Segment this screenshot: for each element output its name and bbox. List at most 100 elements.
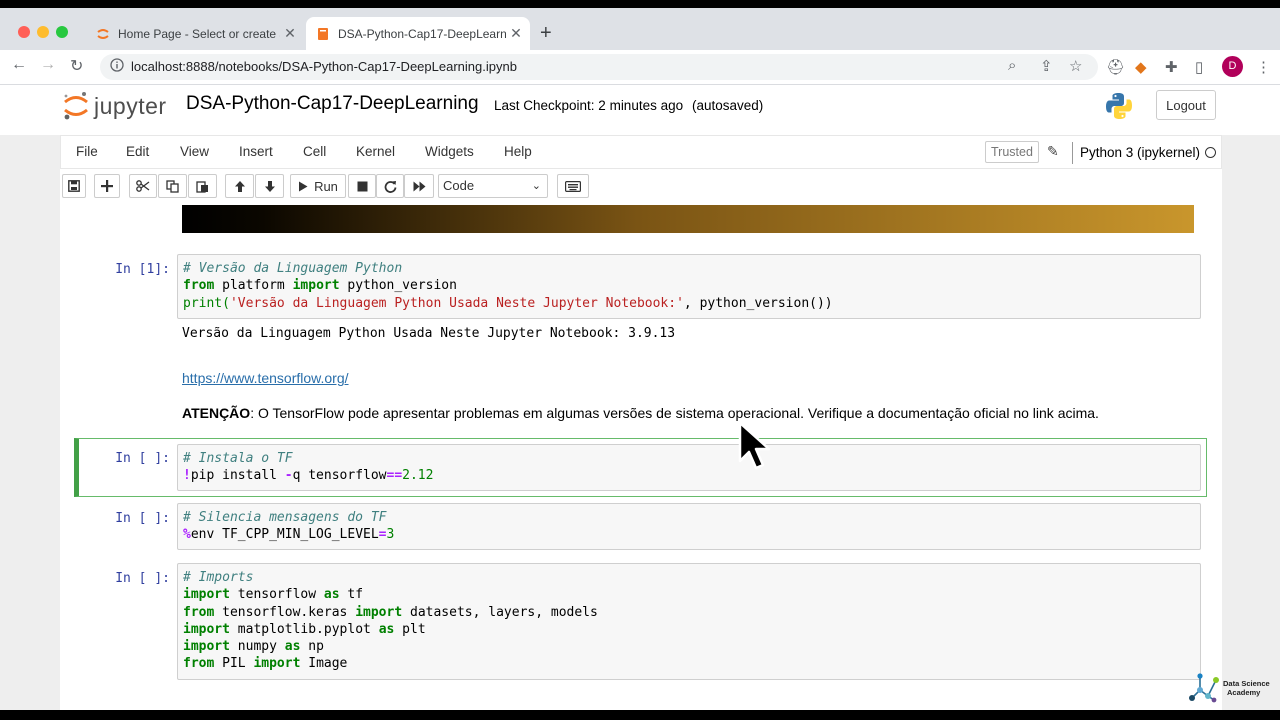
command-palette-button[interactable]: [557, 174, 589, 198]
close-window-button[interactable]: [18, 26, 30, 38]
code-keyword: import: [183, 621, 230, 637]
minimize-window-button[interactable]: [37, 26, 49, 38]
info-icon[interactable]: [110, 58, 124, 72]
code-text: platform: [214, 278, 293, 294]
code-keyword: from: [183, 656, 215, 672]
code-text: matplotlib.pyplot: [229, 621, 379, 637]
jupyter-logo-icon[interactable]: [62, 91, 90, 121]
new-tab-icon[interactable]: +: [540, 22, 552, 45]
code-cell-input[interactable]: # Silencia mensagens do TF %env TF_CPP_M…: [177, 503, 1201, 550]
tensorflow-link[interactable]: https://www.tensorflow.org/: [182, 370, 349, 386]
copy-button[interactable]: [158, 174, 187, 198]
dsa-watermark-text: Data Science Academy: [1223, 679, 1270, 697]
code-keyword: import: [183, 639, 230, 655]
insert-cell-button[interactable]: [94, 174, 120, 198]
kernel-separator: [1072, 142, 1073, 164]
interrupt-button[interactable]: [348, 174, 376, 198]
stop-icon: [357, 181, 367, 191]
tab-close-icon[interactable]: ✕: [280, 25, 300, 42]
code-builtin: print(: [183, 295, 230, 311]
menu-file[interactable]: File: [76, 144, 98, 159]
code-text: env TF_CPP_MIN_LOG_LEVEL: [190, 527, 379, 543]
autosave-status: (autosaved): [692, 98, 764, 113]
menu-help[interactable]: Help: [504, 144, 532, 159]
share-icon[interactable]: ⇪: [1040, 57, 1053, 75]
browser-tab-notebook[interactable]: DSA-Python-Cap17-DeepLearni ✕: [306, 17, 530, 50]
restart-button[interactable]: [376, 174, 404, 198]
notebook-title[interactable]: DSA-Python-Cap17-DeepLearning: [186, 93, 479, 115]
save-button[interactable]: [62, 174, 86, 198]
tab-title: DSA-Python-Cap17-DeepLearni: [338, 26, 506, 41]
code-string: 'Versão da Linguagem Python Usada Neste …: [229, 295, 684, 311]
keyboard-icon: [565, 180, 581, 192]
extension-metamask-icon[interactable]: ◆: [1135, 58, 1147, 76]
logout-button[interactable]: Logout: [1156, 90, 1216, 120]
menu-insert[interactable]: Insert: [239, 144, 273, 159]
arrow-down-icon: [264, 180, 275, 192]
code-text: tensorflow.keras: [214, 604, 356, 620]
code-cell-input[interactable]: # Imports import tensorflow as tf from t…: [177, 563, 1201, 680]
jupyter-logo-text[interactable]: jupyter: [94, 93, 167, 120]
tab-title: Home Page - Select or create a: [118, 26, 280, 41]
menu-widgets[interactable]: Widgets: [425, 144, 474, 159]
menu-edit[interactable]: Edit: [126, 144, 149, 159]
extensions-puzzle-icon[interactable]: ✚: [1165, 58, 1178, 76]
code-text: datasets, layers, models: [402, 604, 598, 620]
kernel-name[interactable]: Python 3 (ipykernel): [1080, 145, 1200, 160]
code-text: q tensorflow: [292, 468, 387, 484]
menu-view[interactable]: View: [180, 144, 209, 159]
menu-kernel[interactable]: Kernel: [356, 144, 395, 159]
zoom-icon[interactable]: ⌕: [1008, 57, 1016, 74]
tab-close-icon[interactable]: ✕: [506, 25, 526, 42]
browser-tab-home[interactable]: Home Page - Select or create a ✕: [86, 17, 304, 50]
cell-type-select[interactable]: Code ⌄: [438, 174, 548, 198]
move-up-button[interactable]: [225, 174, 254, 198]
cell-prompt: In [ ]:: [115, 451, 170, 466]
url-text: localhost:8888/notebooks/DSA-Python-Cap1…: [131, 59, 517, 74]
code-keyword: as: [323, 587, 340, 603]
trusted-badge[interactable]: Trusted: [985, 141, 1039, 163]
code-comment: # Silencia mensagens do TF: [183, 510, 387, 525]
code-operator: ==: [386, 468, 403, 484]
url-bar[interactable]: localhost:8888/notebooks/DSA-Python-Cap1…: [100, 54, 1098, 80]
cell-prompt: In [1]:: [115, 262, 170, 277]
watermark-line: Data Science: [1223, 679, 1270, 688]
edit-pencil-icon[interactable]: ✎: [1047, 143, 1059, 160]
code-keyword: import: [253, 656, 301, 672]
cell-prompt: In [ ]:: [115, 571, 170, 586]
code-keyword: import: [355, 604, 403, 620]
dsa-logo-icon: [1189, 673, 1219, 703]
notebook-container: In [1]: # Versão da Linguagem Python fro…: [60, 205, 1222, 710]
code-text: numpy: [229, 639, 285, 655]
fast-forward-icon: [413, 181, 425, 191]
profile-avatar[interactable]: D: [1222, 56, 1243, 77]
forward-icon[interactable]: →: [40, 56, 56, 74]
back-icon[interactable]: ←: [11, 56, 27, 74]
code-text: np: [300, 639, 324, 655]
play-icon: [299, 181, 308, 191]
python-logo-icon: [1106, 93, 1132, 119]
jupyter-favicon-icon: [97, 28, 109, 39]
extension-hat-icon[interactable]: ⛑: [1106, 58, 1125, 76]
run-button[interactable]: Run: [290, 174, 346, 198]
menu-bar: File Edit View Insert Cell Kernel Widget…: [60, 135, 1222, 169]
browser-menu-icon[interactable]: ⋮: [1256, 58, 1271, 76]
sidebar-icon[interactable]: ▯: [1195, 58, 1203, 76]
bookmark-star-icon[interactable]: ☆: [1069, 57, 1082, 75]
menu-cell[interactable]: Cell: [303, 144, 326, 159]
code-operator: =: [378, 527, 387, 543]
code-keyword: as: [378, 621, 395, 637]
code-cell-input[interactable]: # Instala o TF !pip install -q tensorflo…: [177, 444, 1201, 491]
zoom-window-button[interactable]: [56, 26, 68, 38]
restart-icon: [384, 180, 396, 193]
cut-button[interactable]: [129, 174, 157, 198]
reload-icon[interactable]: ↻: [70, 56, 83, 76]
code-cell-input[interactable]: # Versão da Linguagem Python from platfo…: [177, 254, 1201, 319]
move-down-button[interactable]: [255, 174, 284, 198]
code-text: python_version: [339, 278, 457, 294]
paste-button[interactable]: [188, 174, 217, 198]
warning-label: ATENÇÃO: [182, 405, 251, 421]
mouse-cursor-icon: [738, 421, 771, 470]
code-text: pip install: [190, 468, 285, 484]
restart-run-all-button[interactable]: [404, 174, 434, 198]
